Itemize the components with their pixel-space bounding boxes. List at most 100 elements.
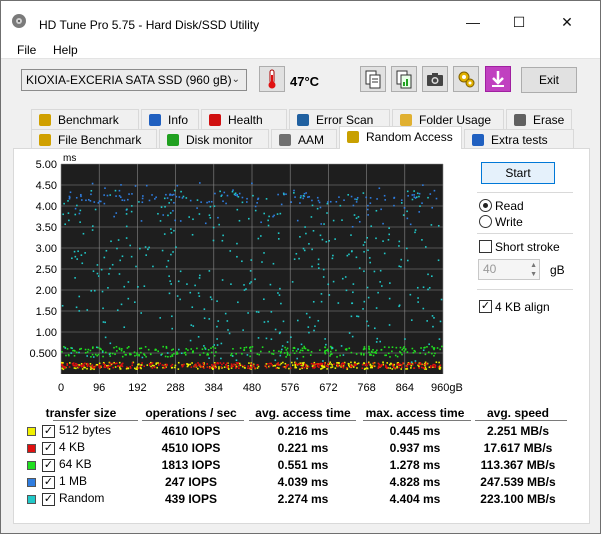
short-stroke-value: 40 — [483, 262, 497, 276]
table-row: ✓ 64 KB 1813 IOPS 0.551 ms 1.278 ms 113.367 M… — [27, 456, 565, 473]
transfer-size-cell: ✓ 4 KB — [27, 439, 135, 456]
series-swatch — [27, 494, 36, 504]
gear-icon — [458, 71, 475, 88]
start-button[interactable]: Start — [481, 162, 555, 184]
ops-cell: 4610 IOPS — [161, 423, 221, 438]
camera-icon — [427, 73, 443, 86]
close-button[interactable]: ✕ — [547, 11, 587, 33]
tab-benchmark[interactable]: Benchmark — [31, 109, 139, 129]
short-stroke-label: Short stroke — [495, 240, 560, 254]
tab-label: File Benchmark — [58, 133, 142, 147]
drive-select[interactable]: KIOXIA-EXCERIA SATA SSD (960 gB) ⌄ — [21, 69, 247, 91]
tab-label: Erase — [533, 113, 565, 127]
avg-access-cell: 0.221 ms — [277, 440, 329, 455]
disk-monitor-icon — [165, 132, 181, 148]
max-access-cell: 0.937 ms — [389, 440, 441, 455]
save-button[interactable] — [485, 66, 511, 92]
error-scan-icon — [295, 112, 311, 128]
random-access-icon — [345, 129, 361, 145]
header-underline — [249, 420, 356, 421]
tab-label: Info — [168, 113, 189, 127]
separator — [477, 192, 573, 193]
window-title: HD Tune Pro 5.75 - Hard Disk/SSD Utility — [39, 18, 260, 32]
erase-icon — [512, 112, 528, 128]
tab-label: Health — [228, 113, 263, 127]
options-button[interactable] — [453, 66, 479, 92]
file-benchmark-icon — [37, 132, 53, 148]
transfer-size-label: Random — [59, 491, 105, 506]
copy-icon — [365, 70, 381, 89]
title-bar: HD Tune Pro 5.75 - Hard Disk/SSD Utility… — [1, 1, 600, 37]
series-swatch — [27, 460, 36, 470]
align-label: 4 KB align — [495, 300, 550, 314]
series-checkbox[interactable]: ✓ — [42, 492, 55, 506]
ops-cell: 4510 IOPS — [161, 440, 221, 455]
transfer-size-label: 4 KB — [59, 440, 86, 455]
toolbar: KIOXIA-EXCERIA SATA SSD (960 gB) ⌄ 47°C — [1, 59, 600, 103]
header-underline — [142, 420, 244, 421]
tab-label: Disk monitor — [186, 133, 253, 147]
read-radio[interactable] — [479, 199, 492, 212]
menu-help[interactable]: Help — [53, 43, 78, 57]
health-icon — [207, 112, 223, 128]
tab-extra-tests[interactable]: Extra tests — [464, 129, 574, 149]
max-access-cell: 0.445 ms — [389, 423, 441, 438]
avg-access-cell: 0.216 ms — [277, 423, 329, 438]
avg-speed-cell: 2.251 MB/s — [486, 423, 550, 438]
extra-tests-icon — [470, 132, 486, 148]
temperature-button[interactable] — [259, 66, 285, 92]
chevron-down-icon: ⌄ — [231, 74, 240, 85]
copy-chart-icon — [396, 70, 412, 89]
short-stroke-checkbox[interactable] — [479, 240, 492, 253]
tab-health[interactable]: Health — [201, 109, 287, 129]
table-row: ✓ Random 439 IOPS 2.274 ms 4.404 ms 223.100 M… — [27, 490, 565, 507]
max-access-cell: 4.828 ms — [389, 474, 441, 489]
menu-bar: File Help — [1, 37, 600, 59]
tab-erase[interactable]: Erase — [506, 109, 572, 129]
series-swatch — [27, 477, 36, 487]
table-row: ✓ 1 MB 247 IOPS 4.039 ms 4.828 ms 247.539 MB/… — [27, 473, 565, 490]
copy-results-button[interactable] — [391, 66, 417, 92]
tab-label: Benchmark — [58, 113, 119, 127]
series-checkbox[interactable]: ✓ — [42, 424, 55, 438]
app-icon — [12, 14, 26, 28]
series-checkbox[interactable]: ✓ — [42, 441, 55, 455]
max-access-cell: 4.404 ms — [389, 491, 441, 506]
menu-file[interactable]: File — [17, 43, 36, 57]
separator — [477, 233, 573, 234]
header-underline — [363, 420, 471, 421]
avg-speed-cell: 17.617 MB/s — [483, 440, 553, 455]
tab-info[interactable]: Info — [141, 109, 199, 129]
maximize-button[interactable]: ☐ — [499, 11, 539, 33]
table-row: ✓ 512 bytes 4610 IOPS 0.216 ms 0.445 ms 2.251… — [27, 422, 565, 439]
avg-speed-cell: 113.367 MB/s — [480, 457, 556, 472]
copy-info-button[interactable] — [360, 66, 386, 92]
exit-button[interactable]: Exit — [521, 67, 577, 93]
short-stroke-spinner[interactable]: 40 ▲ ▼ — [478, 259, 540, 280]
spin-down-icon[interactable]: ▼ — [530, 270, 537, 279]
read-label: Read — [495, 199, 524, 213]
series-checkbox[interactable]: ✓ — [42, 475, 55, 489]
write-radio[interactable] — [479, 215, 492, 228]
temperature-value: 47°C — [290, 74, 320, 89]
avg-access-cell: 2.274 ms — [277, 491, 329, 506]
tab-aam[interactable]: AAM — [271, 129, 337, 149]
ops-cell: 247 IOPS — [164, 474, 218, 489]
tab-file-benchmark[interactable]: File Benchmark — [31, 129, 157, 149]
avg-speed-cell: 247.539 MB/s — [480, 474, 556, 489]
tab-label: AAM — [298, 133, 325, 147]
separator — [477, 289, 573, 290]
align-checkbox[interactable]: ✓ — [479, 300, 492, 313]
ops-cell: 1813 IOPS — [161, 457, 221, 472]
transfer-size-label: 64 KB — [59, 457, 92, 472]
header-underline — [475, 420, 567, 421]
speaker-icon — [277, 132, 293, 148]
header-underline — [53, 420, 138, 421]
series-checkbox[interactable]: ✓ — [42, 458, 55, 472]
spin-up-icon[interactable]: ▲ — [530, 261, 537, 270]
screenshot-button[interactable] — [422, 66, 448, 92]
tab-random-access[interactable]: Random Access — [339, 126, 462, 149]
download-arrow-icon — [492, 71, 504, 87]
tab-disk-monitor[interactable]: Disk monitor — [159, 129, 269, 149]
minimize-button[interactable]: — — [453, 11, 493, 33]
